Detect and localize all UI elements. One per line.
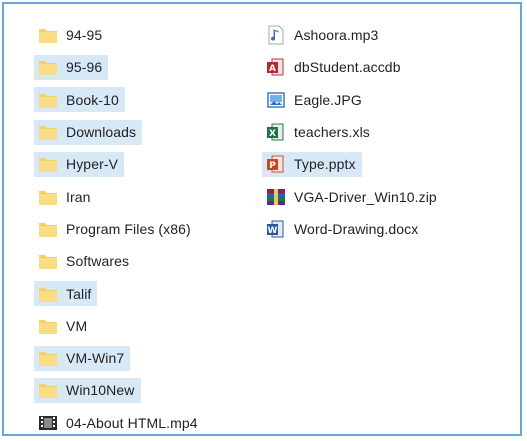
svg-text:A: A (269, 64, 276, 74)
svg-text:X: X (269, 129, 276, 139)
folder-label: Iran (66, 188, 91, 205)
folder-item-94-95[interactable]: 94-95 (34, 23, 108, 48)
file-item-vga-driver-zip[interactable]: VGA-Driver_Win10.zip (262, 184, 443, 209)
folder-item-softwares[interactable]: Softwares (34, 249, 135, 274)
file-label: teachers.xls (294, 124, 370, 141)
file-item-word-drawing-docx[interactable]: W Word-Drawing.docx (262, 216, 424, 241)
file-item-eagle-jpg[interactable]: Eagle.JPG (262, 87, 368, 112)
folder-label: 94-95 (66, 27, 103, 44)
folder-item-downloads[interactable]: Downloads (34, 119, 143, 145)
file-label: Word-Drawing.docx (294, 220, 419, 237)
folder-label: Hyper-V (66, 156, 119, 173)
svg-text:W: W (268, 226, 278, 236)
access-file-icon: A (266, 57, 286, 77)
folder-label: VM-Win7 (66, 350, 125, 367)
word-file-icon: W (266, 219, 286, 239)
folder-label: VM (66, 317, 88, 334)
folder-icon (38, 187, 58, 207)
folder-icon (38, 90, 58, 110)
folder-item-book-10[interactable]: Book-10 (34, 87, 125, 113)
folder-item-95-96[interactable]: 95-96 (34, 54, 109, 80)
folder-icon (38, 251, 58, 271)
folder-item-talif[interactable]: Talif (34, 281, 98, 307)
zip-file-icon (266, 187, 286, 207)
file-item-dbstudent-accdb[interactable]: A dbStudent.accdb (262, 55, 407, 80)
image-file-icon (266, 90, 286, 110)
left-column: 94-95 95-96 Book-10 Downloads Hyper-V Ir… (34, 19, 249, 439)
folder-icon (38, 122, 58, 142)
folder-label: Talif (66, 285, 92, 302)
excel-file-icon: X (266, 122, 286, 142)
explorer-window: 94-95 95-96 Book-10 Downloads Hyper-V Ir… (2, 2, 522, 436)
file-label: Ashoora.mp3 (294, 27, 379, 44)
folder-label: Book-10 (66, 91, 119, 108)
folder-label: 95-96 (66, 59, 103, 76)
folder-icon (38, 380, 58, 400)
folder-label: Downloads (66, 124, 137, 141)
svg-text:P: P (269, 161, 276, 171)
folder-label: Program Files (x86) (66, 220, 191, 237)
folder-item-win10new[interactable]: Win10New (34, 377, 141, 403)
folder-icon (38, 348, 58, 368)
folder-item-vm-win7[interactable]: VM-Win7 (34, 345, 131, 371)
file-label: Eagle.JPG (294, 91, 362, 108)
folder-icon (38, 316, 58, 336)
video-file-icon (38, 413, 58, 433)
folder-item-program-files-x86[interactable]: Program Files (x86) (34, 216, 197, 241)
right-column: Ashoora.mp3 A dbStudent.accdb Eagle.JPG … (262, 19, 512, 245)
file-label: 04-About HTML.mp4 (66, 414, 198, 431)
file-item-teachers-xls[interactable]: X teachers.xls (262, 120, 376, 145)
file-label: dbStudent.accdb (294, 59, 401, 76)
folder-item-iran[interactable]: Iran (34, 184, 97, 209)
folder-item-vm[interactable]: VM (34, 313, 93, 338)
file-item-ashoora-mp3[interactable]: Ashoora.mp3 (262, 23, 384, 48)
file-label: VGA-Driver_Win10.zip (294, 188, 437, 205)
folder-label: Win10New (66, 382, 135, 399)
powerpoint-file-icon: P (266, 154, 286, 174)
folder-icon (38, 25, 58, 45)
folder-label: Softwares (66, 253, 130, 270)
folder-icon (38, 57, 58, 77)
file-item-type-pptx[interactable]: P Type.pptx (262, 151, 362, 177)
file-item-about-html-mp4[interactable]: 04-About HTML.mp4 (34, 410, 204, 435)
file-label: Type.pptx (294, 156, 356, 173)
audio-file-icon (266, 25, 286, 45)
folder-item-hyper-v[interactable]: Hyper-V (34, 151, 125, 177)
folder-icon (38, 284, 58, 304)
folder-icon (38, 154, 58, 174)
folder-icon (38, 219, 58, 239)
